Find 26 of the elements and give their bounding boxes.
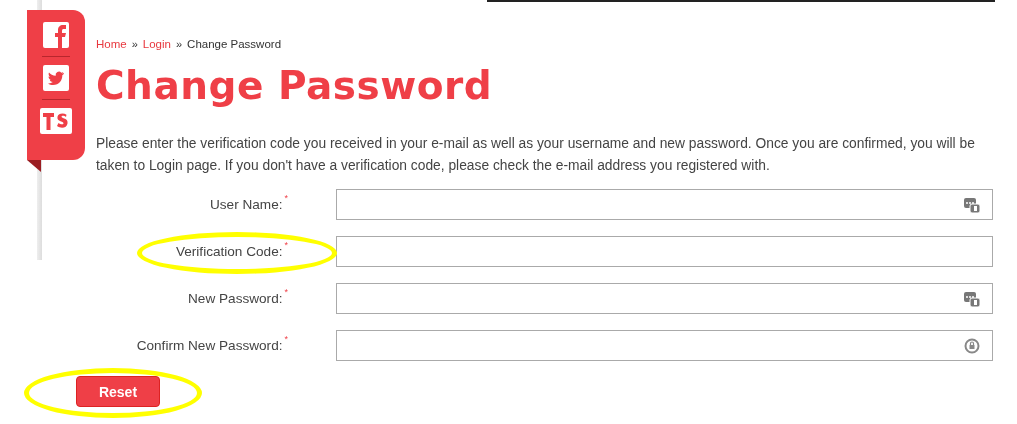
keypad-icon[interactable]: [964, 196, 980, 213]
input-field[interactable]: [336, 330, 993, 361]
field-label: Confirm New Password:: [136, 338, 283, 353]
keypad-icon[interactable]: [964, 290, 980, 307]
required-mark: *: [284, 287, 288, 297]
field-label: New Password:: [188, 291, 283, 306]
reset-button[interactable]: Reset: [76, 376, 160, 407]
required-mark: *: [284, 334, 288, 344]
breadcrumb-current: Change Password: [187, 38, 282, 50]
intro-text: Please enter the verification code you received in your e-mail as well as your username and new password. Once you are confirmed, you will be taken to Login page. If you don't have a verification code, please check the e-mail address you registered with.: [96, 135, 976, 175]
input-field[interactable]: [336, 236, 993, 267]
ts-logo-icon[interactable]: [40, 108, 72, 134]
required-mark: *: [284, 240, 288, 250]
facebook-icon[interactable]: [43, 22, 69, 48]
breadcrumb-link[interactable]: Login: [142, 38, 171, 50]
input-field[interactable]: [336, 283, 993, 314]
twitter-icon[interactable]: [43, 65, 69, 91]
field-label: Verification Code:: [175, 244, 283, 259]
breadcrumb-separator: »: [131, 38, 138, 50]
field-label: User Name:: [209, 197, 283, 212]
input-field[interactable]: [336, 189, 993, 220]
page-title: Change Password: [96, 62, 494, 110]
breadcrumb-separator: »: [175, 38, 183, 50]
lock-icon[interactable]: [964, 337, 980, 354]
breadcrumb-link[interactable]: Home: [96, 38, 127, 50]
required-mark: *: [284, 193, 288, 203]
